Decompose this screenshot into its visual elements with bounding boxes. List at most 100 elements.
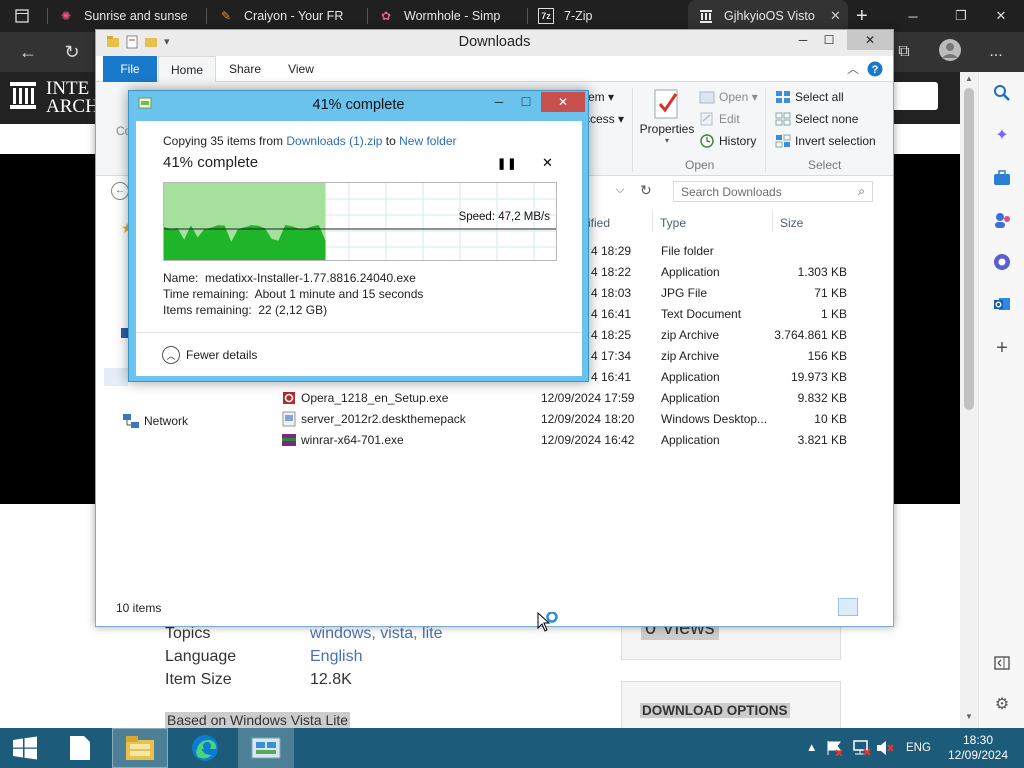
profile-button[interactable] bbox=[932, 32, 968, 72]
large-icons-view-icon[interactable] bbox=[861, 598, 881, 616]
file-date-modified: 12/09/2024 18:20 bbox=[541, 412, 635, 426]
action-center-flag-icon[interactable] bbox=[826, 728, 844, 768]
invert-selection-button[interactable]: Invert selection bbox=[775, 134, 876, 148]
description-text: Based on Windows Vista Lite bbox=[165, 712, 351, 728]
file-date-modified: 4 18:03 bbox=[591, 286, 632, 300]
network-status-icon[interactable] bbox=[851, 728, 871, 768]
minimize-ribbon-chevron-icon[interactable]: ︿ bbox=[844, 56, 862, 82]
outlook-icon[interactable] bbox=[991, 293, 1013, 315]
system-clock[interactable]: 18:30 12/09/2024 bbox=[940, 733, 1016, 763]
tab-share[interactable]: Share bbox=[220, 56, 270, 82]
taskbar-document-app[interactable] bbox=[58, 728, 102, 768]
tab-actions-button[interactable] bbox=[14, 0, 42, 32]
nav-pane-selected-item[interactable] bbox=[104, 368, 128, 386]
file-type: Application bbox=[661, 433, 720, 447]
refresh-folder-icon[interactable]: ↻ bbox=[640, 182, 652, 199]
new-item-button[interactable]: em ▾ bbox=[588, 90, 614, 104]
cancel-copy-button[interactable]: ✕ bbox=[542, 155, 553, 171]
microsoft-365-icon[interactable] bbox=[991, 251, 1013, 273]
open-button[interactable]: Open ▾ bbox=[699, 90, 758, 104]
language-link[interactable]: English bbox=[310, 648, 362, 665]
file-size: 3.821 KB bbox=[797, 433, 847, 447]
close-tab-icon[interactable]: ✕ bbox=[830, 8, 841, 24]
topics-link[interactable]: windows, vista, lite bbox=[310, 625, 443, 642]
select-all-button[interactable]: Select all bbox=[775, 90, 844, 104]
scroll-down-arrow-icon[interactable]: ▼ bbox=[960, 712, 978, 726]
source-link[interactable]: Downloads (1).zip bbox=[286, 134, 382, 148]
address-dropdown-chevron-icon[interactable]: ⌵ bbox=[616, 184, 624, 197]
file-type: Application bbox=[661, 265, 720, 279]
settings-more-button[interactable]: ... bbox=[978, 32, 1014, 72]
scrollbar-thumb[interactable] bbox=[964, 88, 974, 410]
percent-complete-heading: 41% complete bbox=[163, 154, 259, 171]
history-button[interactable]: History bbox=[699, 134, 756, 148]
column-divider bbox=[652, 210, 653, 232]
search-icon[interactable] bbox=[991, 82, 1013, 104]
chevron-up-icon: ︿ bbox=[162, 346, 180, 364]
fewer-details-button[interactable]: ︿ Fewer details bbox=[162, 346, 257, 364]
properties-dropdown-icon: ▾ bbox=[664, 136, 669, 145]
tab-gjhkyioos[interactable]: GjhkyioOS Visto ✕ bbox=[688, 0, 848, 32]
explorer-title-bar[interactable]: ▾ Downloads ─ ☐ ✕ bbox=[96, 30, 893, 56]
close-browser-button[interactable]: ✕ bbox=[978, 0, 1024, 32]
tab-home[interactable]: Home bbox=[158, 56, 216, 82]
search-downloads-input[interactable]: Search Downloads ⌕ bbox=[673, 181, 873, 202]
details-view-icon[interactable] bbox=[838, 598, 858, 616]
select-none-button[interactable]: Select none bbox=[775, 112, 858, 126]
tab-wormhole[interactable]: ✿ Wormhole - Simp bbox=[378, 0, 514, 32]
sidebar-settings-gear-icon[interactable]: ⚙ bbox=[991, 693, 1013, 715]
tools-briefcase-icon[interactable] bbox=[991, 167, 1013, 189]
dialog-title-bar[interactable]: 41% complete ─ ☐ ✕ bbox=[129, 91, 588, 119]
file-row[interactable]: Opera_1218_en_Setup.exe 12/09/2024 17:59 A… bbox=[96, 388, 893, 409]
dialog-minimize-button[interactable]: ─ bbox=[486, 93, 512, 111]
select-none-icon bbox=[775, 112, 791, 126]
taskbar-edge-browser[interactable] bbox=[177, 728, 233, 768]
volume-muted-icon[interactable] bbox=[876, 728, 894, 768]
games-people-icon[interactable] bbox=[991, 209, 1013, 231]
explorer-minimize-button[interactable]: ─ bbox=[789, 30, 817, 50]
taskbar-copy-operation[interactable] bbox=[238, 728, 294, 768]
tab-file[interactable]: File bbox=[103, 56, 157, 82]
start-button[interactable] bbox=[0, 728, 50, 768]
add-sidebar-app-icon[interactable]: + bbox=[991, 337, 1013, 359]
file-row[interactable]: server_2012r2.deskthemepack 12/09/2024 18… bbox=[96, 409, 893, 430]
hide-sidebar-icon[interactable] bbox=[991, 652, 1013, 674]
input-language-indicator[interactable]: ENG bbox=[906, 728, 931, 768]
metadata-value: 12.8K bbox=[310, 671, 352, 688]
explorer-maximize-button[interactable]: ☐ bbox=[815, 30, 843, 50]
show-hidden-icons-button[interactable]: ▲ bbox=[806, 728, 817, 768]
archive-search-field[interactable] bbox=[890, 82, 938, 110]
refresh-button[interactable]: ↻ bbox=[54, 32, 90, 72]
refresh-icon: ↻ bbox=[64, 41, 80, 62]
dialog-maximize-button[interactable]: ☐ bbox=[513, 93, 539, 111]
destination-link[interactable]: New folder bbox=[399, 134, 456, 148]
tab-view[interactable]: View bbox=[278, 56, 324, 82]
minimize-browser-button[interactable]: ─ bbox=[890, 0, 936, 32]
edit-button[interactable]: Edit bbox=[699, 112, 740, 126]
ribbon-group-select-label: Select bbox=[808, 158, 842, 172]
properties-button[interactable]: Properties ▾ bbox=[639, 88, 695, 145]
explorer-close-button[interactable]: ✕ bbox=[847, 30, 893, 50]
taskbar-file-explorer[interactable] bbox=[112, 728, 168, 768]
back-button[interactable]: ← bbox=[10, 32, 46, 72]
tab-7zip[interactable]: 7z 7-Zip bbox=[538, 0, 674, 32]
scroll-up-arrow-icon[interactable]: ▲ bbox=[960, 74, 978, 88]
internet-archive-logo[interactable]: INTE ARCH bbox=[10, 79, 99, 116]
page-scrollbar[interactable]: ▲ ▼ bbox=[960, 72, 978, 728]
back-navigation-icon[interactable]: ← bbox=[111, 182, 129, 200]
tab-craiyon[interactable]: ✎ Craiyon - Your FR bbox=[218, 0, 354, 32]
file-date-modified: 4 16:41 bbox=[591, 370, 632, 384]
file-row[interactable]: winrar-x64-701.exe 12/09/2024 16:42 Applic… bbox=[96, 430, 893, 451]
pause-button[interactable]: ❚❚ bbox=[497, 157, 517, 170]
column-header-date-modified[interactable]: ified bbox=[588, 216, 610, 230]
dialog-close-button[interactable]: ✕ bbox=[541, 92, 585, 112]
column-header-size[interactable]: Size bbox=[780, 216, 803, 230]
metadata-key: Language bbox=[165, 648, 237, 665]
help-icon[interactable]: ? bbox=[866, 56, 884, 82]
copilot-sparkle-icon[interactable]: ✦ bbox=[991, 124, 1013, 146]
new-tab-button[interactable]: + bbox=[856, 0, 868, 32]
nav-item-network[interactable]: Network bbox=[122, 413, 188, 429]
easy-access-button[interactable]: ccess ▾ bbox=[584, 112, 624, 126]
column-header-type[interactable]: Type bbox=[660, 216, 686, 230]
tab-sunrise[interactable]: ✺ Sunrise and sunse bbox=[58, 0, 194, 32]
